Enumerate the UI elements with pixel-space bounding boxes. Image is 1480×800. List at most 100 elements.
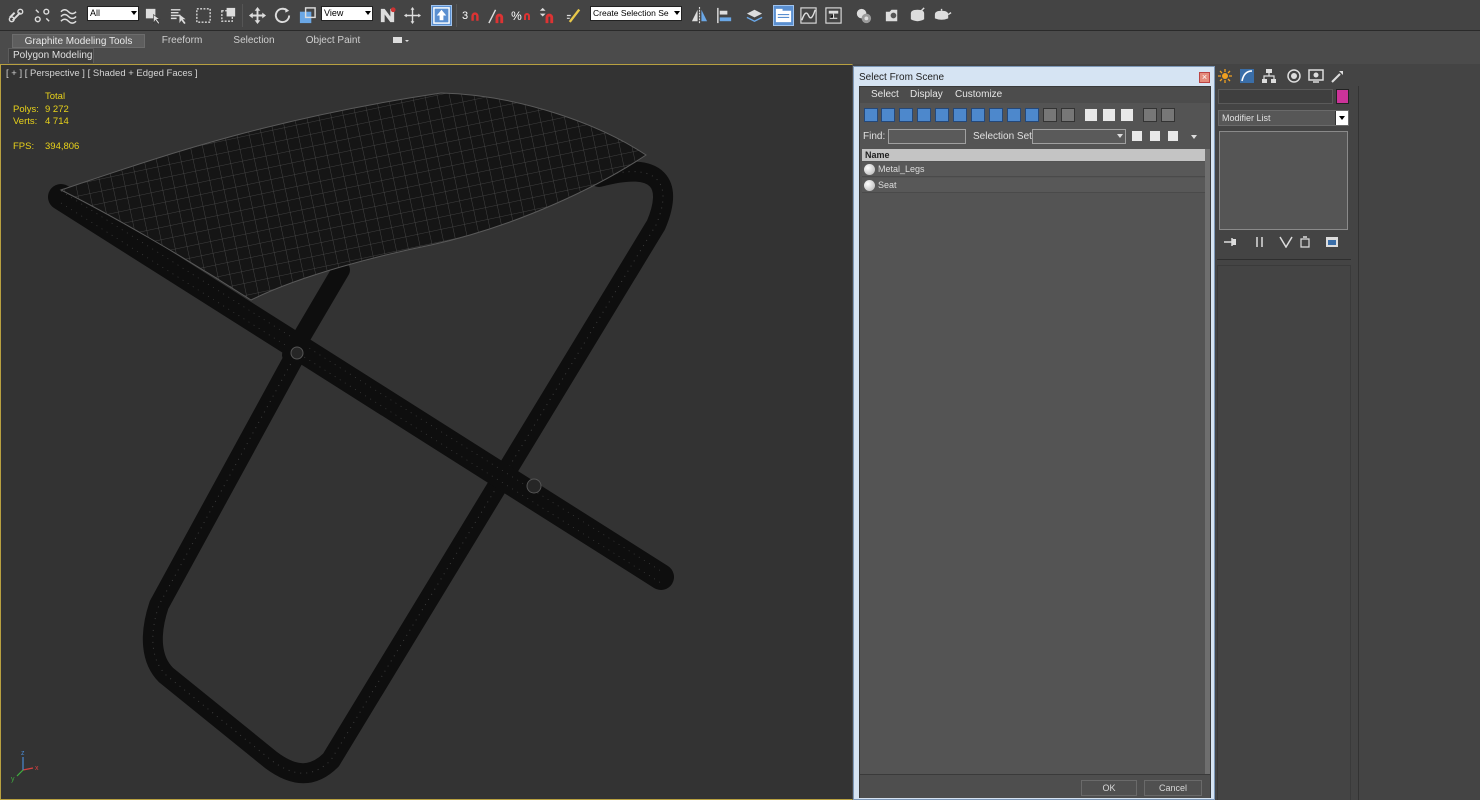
angle-snap-icon[interactable] — [486, 5, 507, 26]
select-and-manipulate-icon[interactable] — [402, 5, 423, 26]
ok-button[interactable]: OK — [1081, 780, 1137, 796]
ribbon-options-icon[interactable] — [392, 36, 410, 46]
display-bones-icon[interactable] — [1007, 108, 1021, 122]
list-item-metal-legs[interactable]: Metal_Legs — [862, 162, 1205, 177]
metal-legs-mesh[interactable] — [48, 161, 674, 784]
tab-selection[interactable]: Selection — [222, 34, 286, 48]
create-panel-icon[interactable] — [1216, 67, 1234, 85]
display-groups-icon[interactable] — [971, 108, 985, 122]
cancel-button[interactable]: Cancel — [1144, 780, 1202, 796]
rectangular-selection-icon[interactable] — [193, 5, 214, 26]
selection-filter-dropdown[interactable]: All — [87, 6, 139, 21]
display-containers-icon[interactable] — [1025, 108, 1039, 122]
schematic-view-icon[interactable] — [823, 5, 844, 26]
display-cameras-icon[interactable] — [917, 108, 931, 122]
tab-object-paint[interactable]: Object Paint — [296, 34, 370, 48]
dialog-filter-toolbar — [860, 106, 1210, 127]
reference-coordinate-value: View — [324, 8, 344, 18]
folding-stool-model[interactable]: x z y — [1, 65, 853, 800]
modifier-list-dropdown[interactable]: Modifier List — [1218, 110, 1349, 126]
pin-stack-icon[interactable] — [1223, 236, 1237, 248]
polygon-modeling-panel-tab[interactable]: Polygon Modeling — [8, 48, 94, 63]
keyboard-shortcut-override-icon[interactable] — [431, 5, 452, 26]
unlink-selection-icon[interactable] — [32, 5, 53, 26]
show-end-result-icon[interactable] — [1253, 236, 1267, 248]
panel-divider — [1358, 86, 1359, 800]
object-name-field[interactable] — [1218, 89, 1333, 104]
configure-modifier-sets-icon[interactable] — [1325, 236, 1339, 248]
select-and-move-icon[interactable] — [247, 5, 268, 26]
axis-tripod: x z y — [11, 750, 39, 783]
rendered-frame-window-icon[interactable] — [907, 5, 928, 26]
render-production-icon[interactable] — [932, 5, 953, 26]
scene-explorer-icon[interactable] — [773, 5, 794, 26]
selection-filter-value: All — [90, 8, 101, 18]
display-shapes-icon[interactable] — [881, 108, 895, 122]
edit-named-selection-icon[interactable] — [564, 5, 585, 26]
seat-mesh[interactable] — [59, 92, 647, 301]
select-and-link-icon[interactable] — [6, 5, 27, 26]
toolbar-separator — [456, 4, 457, 27]
hierarchy-panel-icon[interactable] — [1260, 67, 1278, 85]
remove-modifier-icon[interactable] — [1298, 236, 1312, 248]
display-frozen-icon[interactable] — [1043, 108, 1057, 122]
bind-to-space-warp-icon[interactable] — [58, 5, 79, 26]
material-editor-icon[interactable] — [853, 5, 874, 26]
select-all-icon[interactable] — [1084, 108, 1098, 122]
select-none-icon[interactable] — [1102, 108, 1116, 122]
display-helpers-icon[interactable] — [935, 108, 949, 122]
spinner-snap-icon[interactable] — [536, 5, 557, 26]
reference-coordinate-dropdown[interactable]: View — [321, 6, 373, 21]
select-and-scale-icon[interactable] — [297, 5, 318, 26]
perspective-viewport[interactable]: [ + ] [ Perspective ] [ Shaded + Edged F… — [0, 64, 853, 800]
tab-freeform[interactable]: Freeform — [148, 34, 216, 48]
display-xrefs-icon[interactable] — [989, 108, 1003, 122]
create-selection-set-icon[interactable] — [1131, 130, 1143, 142]
align-icon[interactable] — [714, 5, 735, 26]
modify-panel-icon[interactable] — [1238, 67, 1256, 85]
utilities-panel-icon[interactable] — [1329, 67, 1347, 85]
display-lights-icon[interactable] — [899, 108, 913, 122]
select-invert-icon[interactable] — [1120, 108, 1134, 122]
filter-icon[interactable] — [1143, 108, 1157, 122]
menu-select[interactable]: Select — [871, 89, 899, 100]
pivot-point-center-icon[interactable] — [377, 5, 398, 26]
menu-customize[interactable]: Customize — [955, 89, 1002, 100]
display-panel-icon[interactable] — [1307, 67, 1325, 85]
layer-manager-icon[interactable] — [744, 5, 765, 26]
panel-divider — [1217, 259, 1351, 260]
display-space-warps-icon[interactable] — [953, 108, 967, 122]
dialog-title[interactable]: Select From Scene — [859, 72, 944, 83]
dialog-body: Select Display Customize Find: Selection — [859, 86, 1211, 798]
dialog-footer: OK Cancel — [860, 774, 1210, 798]
mirror-icon[interactable] — [689, 5, 710, 26]
select-and-rotate-icon[interactable] — [272, 5, 293, 26]
select-by-name-icon[interactable] — [168, 5, 189, 26]
display-hidden-icon[interactable] — [1061, 108, 1075, 122]
modifier-stack-list[interactable] — [1219, 131, 1348, 230]
select-object-icon[interactable] — [143, 5, 164, 26]
select-from-scene-dialog[interactable]: Select From Scene × Select Display Custo… — [853, 66, 1215, 800]
menu-display[interactable]: Display — [910, 89, 943, 100]
selection-set-dropdown[interactable] — [1032, 129, 1126, 144]
curve-editor-icon[interactable] — [798, 5, 819, 26]
list-column-name[interactable]: Name — [862, 149, 1205, 161]
find-input[interactable] — [888, 129, 966, 144]
render-setup-icon[interactable] — [882, 5, 903, 26]
snaps-toggle-icon[interactable]: 3 — [461, 5, 482, 26]
list-scrollbar[interactable] — [1205, 149, 1210, 789]
tab-graphite-modeling-tools[interactable]: Graphite Modeling Tools — [12, 34, 145, 48]
dialog-close-button[interactable]: × — [1199, 72, 1210, 83]
make-unique-icon[interactable] — [1279, 236, 1293, 249]
add-to-selection-set-icon[interactable] — [1149, 130, 1161, 142]
window-crossing-icon[interactable] — [218, 5, 239, 26]
named-selection-dropdown[interactable]: Create Selection Se — [590, 6, 682, 21]
motion-panel-icon[interactable] — [1285, 67, 1303, 85]
percent-snap-icon[interactable]: % — [511, 5, 532, 26]
list-item-seat[interactable]: Seat — [862, 178, 1205, 193]
display-geometry-icon[interactable] — [864, 108, 878, 122]
remove-from-selection-set-icon[interactable] — [1167, 130, 1179, 142]
object-color-swatch[interactable] — [1336, 89, 1349, 104]
filter-options-icon[interactable] — [1161, 108, 1175, 122]
toolbar-expand-icon[interactable] — [1191, 135, 1197, 139]
